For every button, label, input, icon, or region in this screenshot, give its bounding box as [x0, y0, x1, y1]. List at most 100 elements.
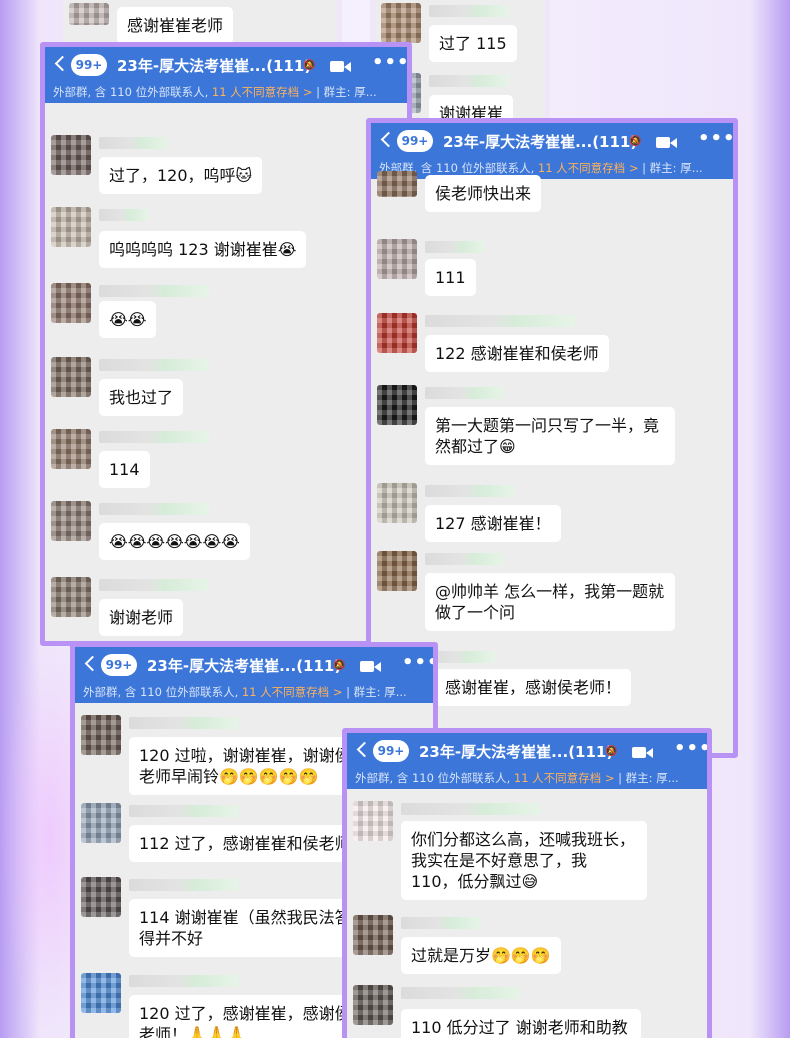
chat-header: 99+ 23年-厚大法考崔崔...(111) 🔕 ••• 外部群, 含 110 …	[45, 47, 407, 103]
chat-header: 99+ 23年-厚大法考崔崔...(111) 🔕 ••• 外部群, 含 110 …	[371, 123, 733, 179]
external-contacts-text: 外部群, 含 110 位外部联系人,	[83, 685, 239, 699]
video-call-icon[interactable]	[360, 659, 382, 673]
sender-name	[425, 315, 575, 327]
avatar	[377, 239, 417, 279]
sender-name	[99, 209, 149, 221]
bell-off-icon: 🔕	[629, 136, 642, 147]
group-owner-text: | 群主: 厚...	[316, 85, 377, 99]
sender-name	[401, 917, 481, 929]
back-icon[interactable]	[356, 741, 373, 758]
message-bubble: 我也过了	[99, 379, 184, 416]
message-bubble: 120 过啦，谢谢崔崔，谢谢侯老师早闹铃🤭🤭🤭🤭🤭	[129, 737, 369, 795]
video-call-icon[interactable]	[656, 135, 678, 149]
sender-name	[425, 387, 505, 399]
sender-name	[99, 431, 209, 443]
more-dots-icon[interactable]: •••	[372, 52, 407, 73]
bell-off-icon: 🔕	[333, 660, 346, 671]
message-bubble: @帅帅羊 怎么一样，我第一题就做了一个问	[425, 573, 675, 631]
message-list[interactable]: 过了，120，呜呼🐱 呜呜呜呜 123 谢谢崔崔😭 😭😭 我也过了 114 😭😭…	[45, 103, 407, 641]
sender-name	[425, 241, 485, 253]
message-bubble: 110 低分过了 谢谢老师和助教老师	[401, 1009, 641, 1038]
sender-name	[99, 503, 209, 515]
sender-name	[129, 805, 239, 817]
message-bubble: 过了 115	[429, 25, 517, 62]
sender-name	[99, 137, 169, 149]
message-list[interactable]: 你们分都这么高，还喊我班长，我实在是不好意思了，我 110，低分飘过😅 过就是万…	[347, 789, 707, 1038]
avatar	[51, 135, 91, 175]
archive-warning-link[interactable]: 11 人不同意存档 >	[212, 85, 313, 99]
chat-title[interactable]: 23年-厚大法考崔崔...(111)	[419, 740, 619, 764]
more-dots-icon[interactable]: •••	[402, 652, 433, 673]
message-bubble: 111	[425, 259, 476, 296]
external-contacts-text: 外部群, 含 110 位外部联系人,	[355, 771, 511, 785]
back-icon[interactable]	[84, 655, 101, 672]
chat-window: 99+ 23年-厚大法考崔崔...(111) 🔕 ••• 外部群, 含 110 …	[342, 728, 712, 1038]
message-bubble: 😭😭😭😭😭😭😭	[99, 523, 250, 560]
avatar	[51, 357, 91, 397]
sender-name	[129, 717, 239, 729]
group-info-bar[interactable]: 外部群, 含 110 位外部联系人, 11 人不同意存档 > | 群主: 厚..…	[45, 81, 407, 103]
chat-header: 99+ 23年-厚大法考崔崔...(111) 🔕 ••• 外部群, 含 110 …	[347, 733, 707, 789]
avatar	[377, 313, 417, 353]
chat-title[interactable]: 23年-厚大法考崔崔...(111)	[117, 54, 317, 78]
sender-name	[425, 485, 515, 497]
avatar	[51, 429, 91, 469]
avatar	[377, 171, 417, 197]
group-info-bar[interactable]: 外部群, 含 110 位外部联系人, 11 人不同意存档 > | 群主: 厚..…	[347, 767, 707, 789]
sender-name	[99, 359, 209, 371]
unread-badge: 99+	[397, 130, 433, 152]
sender-name	[129, 879, 239, 891]
message-bubble: 112 过了，感谢崔崔和侯老师	[129, 825, 361, 862]
sender-name	[425, 553, 505, 565]
sender-name	[401, 987, 521, 999]
avatar	[377, 483, 417, 523]
avatar	[51, 577, 91, 617]
archive-warning-link[interactable]: 11 人不同意存档 >	[514, 771, 615, 785]
avatar	[51, 283, 91, 323]
sender-name	[401, 803, 541, 815]
message-bubble: 114	[99, 451, 150, 488]
group-owner-text: | 群主: 厚...	[642, 161, 703, 175]
avatar	[353, 915, 393, 955]
message-bubble: 第一大题第一问只写了一半，竟然都过了😁	[425, 407, 675, 465]
message-bubble: 感谢崔崔老师	[117, 7, 234, 44]
avatar	[81, 877, 121, 917]
archive-warning-link[interactable]: 11 人不同意存档 >	[538, 161, 639, 175]
group-info-bar[interactable]: 外部群, 含 110 位外部联系人, 11 人不同意存档 > | 群主: 厚..…	[75, 681, 433, 703]
avatar	[377, 551, 417, 591]
message-bubble: 你们分都这么高，还喊我班长，我实在是不好意思了，我 110，低分飘过😅	[401, 821, 647, 900]
avatar	[353, 985, 393, 1025]
message-bubble: 谢谢老师	[99, 599, 184, 636]
message-bubble: 😭😭	[99, 301, 157, 338]
sender-name	[99, 285, 209, 297]
avatar	[51, 207, 91, 247]
more-dots-icon[interactable]: •••	[698, 128, 733, 149]
sender-name	[429, 5, 509, 17]
message-bubble: 120 过了，感谢崔崔，感谢侯老师！🙏🙏🙏	[129, 995, 369, 1038]
unread-badge: 99+	[71, 54, 107, 76]
message-bubble: 过就是万岁🤭🤭🤭	[401, 937, 561, 974]
avatar	[81, 803, 121, 843]
message-bubble: 127 感谢崔崔！	[425, 505, 561, 542]
video-call-icon[interactable]	[330, 59, 352, 73]
collage-background: { "colors": { "header": "#3b76d8", "fram…	[0, 0, 790, 1038]
avatar	[81, 973, 121, 1013]
chat-window: 99+ 23年-厚大法考崔崔...(111) 🔕 ••• 外部群, 含 110 …	[40, 42, 412, 646]
back-icon[interactable]	[380, 131, 397, 148]
unread-badge: 99+	[101, 654, 137, 676]
message-bubble: 侯老师快出来	[425, 175, 542, 212]
more-dots-icon[interactable]: •••	[674, 738, 707, 759]
chat-title[interactable]: 23年-厚大法考崔崔...(111)	[443, 130, 643, 154]
chat-header: 99+ 23年-厚大法考崔崔...(111) 🔕 ••• 外部群, 含 110 …	[75, 647, 433, 703]
sender-name	[99, 579, 209, 591]
archive-warning-link[interactable]: 11 人不同意存档 >	[242, 685, 343, 699]
back-icon[interactable]	[54, 55, 71, 72]
unread-badge: 99+	[373, 740, 409, 762]
group-owner-text: | 群主: 厚...	[346, 685, 407, 699]
chat-title[interactable]: 23年-厚大法考崔崔...(111)	[147, 654, 347, 678]
external-contacts-text: 外部群, 含 110 位外部联系人,	[53, 85, 209, 99]
bell-off-icon: 🔕	[605, 746, 618, 757]
video-call-icon[interactable]	[632, 745, 654, 759]
bell-off-icon: 🔕	[303, 60, 316, 71]
sender-name	[429, 75, 509, 87]
